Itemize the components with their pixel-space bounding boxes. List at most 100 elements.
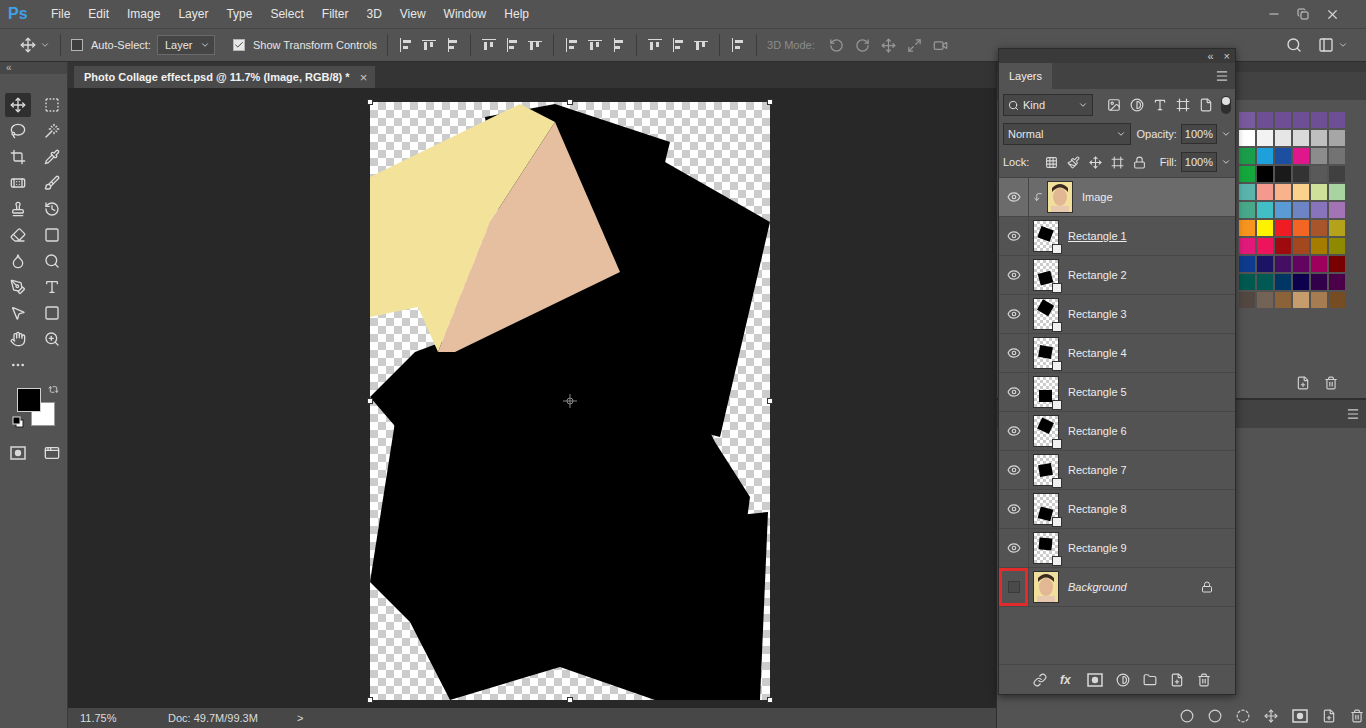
roll-3d-icon[interactable] xyxy=(855,38,870,53)
dashed-circle-icon[interactable] xyxy=(1236,709,1250,723)
layer-lock[interactable] xyxy=(1201,581,1235,593)
swatch[interactable] xyxy=(1275,274,1291,290)
drag-3d-icon[interactable] xyxy=(881,38,896,53)
layer-name[interactable]: Rectangle 9 xyxy=(1068,542,1127,554)
zoom-tool-icon[interactable] xyxy=(44,331,60,347)
layer-row[interactable]: Rectangle 9 xyxy=(999,529,1235,568)
eye-icon[interactable] xyxy=(1007,268,1021,282)
align-icon[interactable] xyxy=(693,37,709,53)
search-icon[interactable] xyxy=(1008,100,1019,111)
checkbox[interactable] xyxy=(71,39,83,51)
tool-button[interactable] xyxy=(35,300,69,326)
close-icon[interactable] xyxy=(1325,7,1340,22)
menu-item[interactable]: Select xyxy=(261,0,312,28)
tool-preset[interactable] xyxy=(20,37,50,53)
type-tool-icon[interactable] xyxy=(44,279,60,295)
layer-row[interactable]: Rectangle 4 xyxy=(999,334,1235,373)
adjustment-filter-icon[interactable] xyxy=(1130,98,1144,112)
align-icon[interactable] xyxy=(564,37,580,53)
dodge-tool-icon[interactable] xyxy=(44,253,60,269)
default-colors[interactable] xyxy=(12,416,24,428)
swatch[interactable] xyxy=(1257,238,1273,254)
visibility-toggle[interactable] xyxy=(999,568,1029,606)
eye-icon[interactable] xyxy=(1007,229,1021,243)
visibility-toggle[interactable] xyxy=(999,178,1029,216)
layer-row[interactable]: Rectangle 1 xyxy=(999,217,1235,256)
quick-mask-button[interactable] xyxy=(1,440,35,466)
align-icon[interactable] xyxy=(670,37,686,53)
eye-icon[interactable] xyxy=(1007,541,1021,555)
swatch[interactable] xyxy=(1275,148,1291,164)
tool-button[interactable] xyxy=(35,196,69,222)
transform-handle[interactable] xyxy=(767,697,773,703)
tool-button[interactable] xyxy=(35,144,69,170)
swatch[interactable] xyxy=(1311,112,1327,128)
pen-tool-icon[interactable] xyxy=(10,279,26,295)
lock-icon[interactable] xyxy=(1201,581,1213,593)
menu-item[interactable]: View xyxy=(391,0,435,28)
align-icon[interactable] xyxy=(730,37,746,53)
layer-name[interactable]: Rectangle 6 xyxy=(1068,425,1127,437)
align-icon[interactable] xyxy=(481,37,497,53)
swatch[interactable] xyxy=(1329,166,1345,182)
gradient-tool-icon[interactable] xyxy=(44,227,60,243)
collapse-panel-button[interactable]: « xyxy=(1207,50,1213,62)
chevron-down-icon[interactable] xyxy=(1221,129,1231,139)
visibility-toggle[interactable] xyxy=(999,451,1029,489)
swatch[interactable] xyxy=(1239,220,1255,236)
swatch[interactable] xyxy=(1329,220,1345,236)
menu-item[interactable]: Image xyxy=(118,0,169,28)
foreground-color[interactable] xyxy=(17,388,41,412)
slide-3d-icon[interactable] xyxy=(907,38,922,53)
lock-all-icon[interactable] xyxy=(1133,156,1146,169)
checkbox-label[interactable]: Auto-Select: xyxy=(91,39,151,51)
tool-button[interactable] xyxy=(35,326,69,352)
tab-close-button[interactable]: × xyxy=(360,70,368,85)
swatch[interactable] xyxy=(1257,256,1273,272)
smart-object-filter-icon[interactable] xyxy=(1199,98,1213,112)
edit-toolbar-button[interactable] xyxy=(1,352,35,378)
layer-row[interactable]: Rectangle 8 xyxy=(999,490,1235,529)
layer-name[interactable]: Rectangle 4 xyxy=(1068,347,1127,359)
swatch[interactable] xyxy=(1311,148,1327,164)
swatch[interactable] xyxy=(1329,256,1345,272)
swatch[interactable] xyxy=(1239,112,1255,128)
opacity-field[interactable]: 100% xyxy=(1181,124,1217,144)
restore-icon[interactable] xyxy=(1297,8,1309,20)
auto-select-checkbox[interactable]: Auto-Select: xyxy=(71,39,151,51)
close-panel-button[interactable]: × xyxy=(1224,50,1230,62)
align-icon[interactable] xyxy=(647,37,663,53)
swatch[interactable] xyxy=(1239,184,1255,200)
swatch[interactable] xyxy=(1257,148,1273,164)
swatch[interactable] xyxy=(1275,220,1291,236)
swatch[interactable] xyxy=(1239,292,1255,308)
layer-row[interactable]: Rectangle 7 xyxy=(999,451,1235,490)
swatch[interactable] xyxy=(1293,166,1309,182)
layer-row[interactable]: Rectangle 6 xyxy=(999,412,1235,451)
swatch[interactable] xyxy=(1257,130,1273,146)
layer-row[interactable]: Image xyxy=(999,178,1235,217)
swap-colors[interactable] xyxy=(48,384,59,398)
pixel-filter-icon[interactable] xyxy=(1107,98,1121,112)
auto-select-target-dropdown[interactable]: Layer xyxy=(157,35,215,55)
move-tool-icon[interactable] xyxy=(10,97,26,113)
swatch[interactable] xyxy=(1311,166,1327,182)
tool-button[interactable] xyxy=(1,248,35,274)
restore-button[interactable] xyxy=(1297,8,1309,20)
visibility-toggle[interactable] xyxy=(999,490,1029,528)
layer-row[interactable]: Background xyxy=(999,568,1235,607)
chevron-down-icon[interactable] xyxy=(1338,40,1348,50)
swatch[interactable] xyxy=(1293,220,1309,236)
add-mask-icon[interactable] xyxy=(1087,673,1103,687)
swatch[interactable] xyxy=(1257,292,1273,308)
swatch[interactable] xyxy=(1293,148,1309,164)
transform-handle[interactable] xyxy=(367,398,373,404)
search-icon[interactable] xyxy=(1286,37,1302,53)
status-menu-button[interactable]: > xyxy=(297,712,303,724)
tool-button[interactable] xyxy=(1,118,35,144)
visibility-toggle[interactable] xyxy=(999,412,1029,450)
layer-name[interactable]: Rectangle 5 xyxy=(1068,386,1127,398)
eye-icon[interactable] xyxy=(1007,346,1021,360)
marquee-tool-icon[interactable] xyxy=(44,97,60,113)
swatch[interactable] xyxy=(1275,112,1291,128)
